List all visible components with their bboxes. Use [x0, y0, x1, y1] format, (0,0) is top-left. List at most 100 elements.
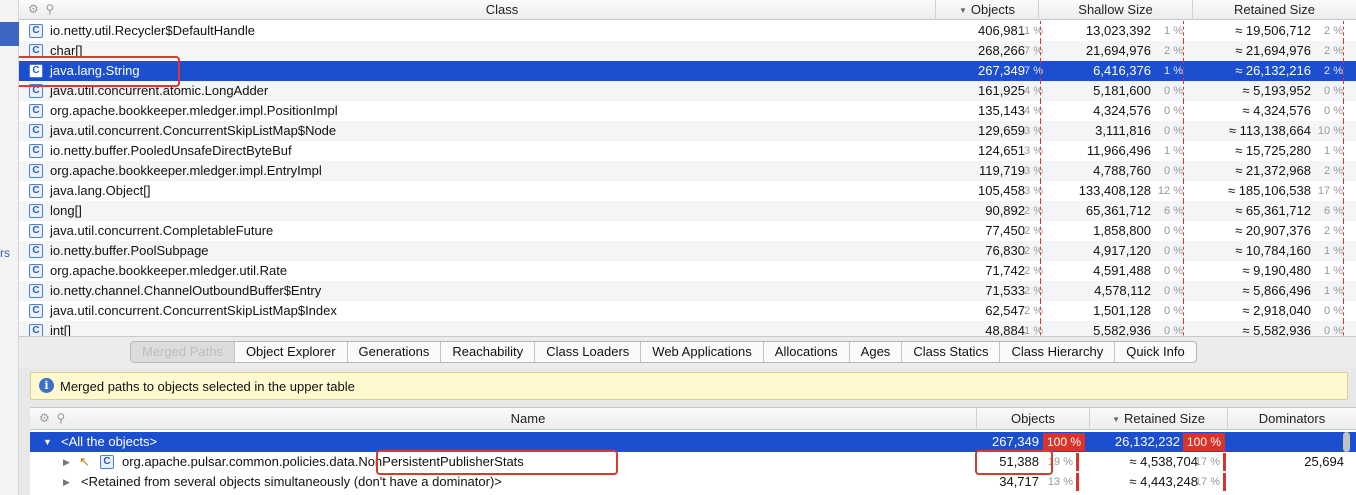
retained-size-value: ≈ 21,694,976: [1235, 43, 1311, 58]
shallow-size-value: 4,578,112: [1094, 283, 1151, 298]
retained-size-value: ≈ 5,582,936: [1242, 323, 1311, 336]
class-icon: C: [29, 144, 43, 158]
tab-class-hierarchy[interactable]: Class Hierarchy: [999, 342, 1114, 362]
expand-triangle-icon[interactable]: ▶: [63, 472, 70, 492]
shallow-percent-bar: [1183, 181, 1184, 201]
column-header-retained-size[interactable]: Retained Size: [1192, 0, 1356, 20]
shallow-percent-bar: [1183, 101, 1184, 121]
class-row[interactable]: Corg.apache.bookkeeper.mledger.impl.Posi…: [19, 101, 1356, 121]
tab-quick-info[interactable]: Quick Info: [1114, 342, 1196, 362]
tab-reachability[interactable]: Reachability: [440, 342, 534, 362]
tab-class-loaders[interactable]: Class Loaders: [534, 342, 640, 362]
objects-percent: 3 %: [1024, 125, 1043, 137]
objects-percent: 2 %: [1024, 305, 1043, 317]
class-row[interactable]: Corg.apache.bookkeeper.mledger.util.Rate…: [19, 261, 1356, 281]
tab-merged-paths[interactable]: Merged Paths: [131, 342, 234, 362]
highlight-annotation-objects: [975, 450, 1053, 475]
highlight-annotation-string: [19, 56, 180, 87]
retained-percent: 0 %: [1324, 305, 1343, 317]
column-header-objects[interactable]: ▼ Objects: [935, 0, 1038, 20]
objects-percent-bar: [1040, 61, 1041, 81]
shallow-size-value: 133,408,128: [1078, 183, 1151, 198]
retained-value: ≈ 4,443,248: [1129, 474, 1198, 489]
retained-percent: 2 %: [1324, 25, 1343, 37]
column-header-objects[interactable]: Objects: [976, 408, 1089, 430]
sort-desc-icon: ▼: [959, 6, 967, 15]
class-row[interactable]: Clong[] 90,892 2 % 65,361,712 6 % ≈ 65,361,71…: [19, 201, 1356, 221]
column-header-shallow-size[interactable]: Shallow Size: [1038, 0, 1192, 20]
shallow-percent-bar: [1183, 201, 1184, 221]
gc-root-class-icon: ↖: [79, 454, 90, 469]
retained-size-value: ≈ 5,193,952: [1242, 83, 1311, 98]
class-row[interactable]: Cjava.util.concurrent.ConcurrentSkipList…: [19, 301, 1356, 321]
class-row[interactable]: Corg.apache.bookkeeper.mledger.impl.Entr…: [19, 161, 1356, 181]
tab-ages[interactable]: Ages: [848, 342, 902, 362]
objects-percent-bar: [1040, 181, 1041, 201]
retained-percent-bar: [1343, 121, 1344, 141]
table-settings[interactable]: ⚙ ⚲: [19, 0, 69, 20]
class-name: org.apache.bookkeeper.mledger.impl.Entry…: [50, 163, 322, 178]
tree-row-retained-several[interactable]: ▶ <Retained from several objects simulta…: [30, 472, 1356, 492]
class-table: ⚙ ⚲ Class ▼ Objects Shallow Size Retained…: [19, 0, 1356, 336]
lower-table-settings[interactable]: ⚙ ⚲: [30, 408, 80, 430]
class-icon: C: [100, 455, 114, 469]
class-name: java.util.concurrent.CompletableFuture: [50, 223, 274, 238]
objects-percent-bar: [1040, 301, 1041, 321]
expand-triangle-icon[interactable]: ▼: [43, 432, 52, 452]
column-header-dominators[interactable]: Dominators: [1227, 408, 1356, 430]
class-row[interactable]: Cjava.util.concurrent.CompletableFuture 7…: [19, 221, 1356, 241]
shallow-percent-bar: [1183, 161, 1184, 181]
tab-object-explorer[interactable]: Object Explorer: [233, 342, 347, 362]
shallow-size-value: 6,416,376: [1093, 63, 1151, 78]
gear-icon[interactable]: ⚙: [39, 411, 50, 425]
class-row[interactable]: Cio.netty.buffer.PooledUnsafeDirectByteB…: [19, 141, 1356, 161]
shallow-percent: 0 %: [1164, 245, 1183, 257]
shallow-size-value: 5,181,600: [1093, 83, 1151, 98]
gear-icon[interactable]: ⚙: [28, 2, 39, 16]
tab-web-applications[interactable]: Web Applications: [640, 342, 763, 362]
retained-percent: 17 %: [1317, 185, 1343, 197]
retained-percent: 1 %: [1324, 245, 1343, 257]
class-row[interactable]: Cjava.lang.Object[] 105,458 3 % 133,408,128…: [19, 181, 1356, 201]
scrollbar-thumb[interactable]: [1343, 432, 1350, 452]
tab-allocations[interactable]: Allocations: [762, 342, 849, 362]
retained-percent-bar: [1343, 261, 1344, 281]
class-row[interactable]: Cjava.util.concurrent.ConcurrentSkipList…: [19, 121, 1356, 141]
shallow-percent-bar: [1183, 221, 1184, 241]
search-icon[interactable]: ⚲: [56, 411, 65, 425]
left-panel-selection[interactable]: [0, 22, 19, 46]
class-row[interactable]: Cjava.util.concurrent.atomic.LongAdder 16…: [19, 81, 1356, 101]
class-row[interactable]: Cint[] 48,884 1 % 5,582,936 0 % ≈ 5,582,936 0 …: [19, 321, 1356, 336]
tab-generations[interactable]: Generations: [346, 342, 441, 362]
column-header-class[interactable]: Class: [69, 0, 935, 20]
retained-size-value: ≈ 26,132,216: [1235, 63, 1311, 78]
expand-triangle-icon[interactable]: ▶: [63, 452, 70, 472]
class-row[interactable]: Cio.netty.util.Recycler$DefaultHandle 406…: [19, 21, 1356, 41]
retained-percent-bar: [1343, 161, 1344, 181]
shallow-size-value: 4,591,488: [1093, 263, 1151, 278]
retained-size-value: ≈ 19,506,712: [1235, 23, 1311, 38]
view-tab-bar: Merged Paths Object Explorer Generations Re…: [19, 336, 1356, 368]
objects-percent: 2 %: [1024, 225, 1043, 237]
class-row[interactable]: Cio.netty.channel.ChannelOutboundBuffer$…: [19, 281, 1356, 301]
class-row[interactable]: Cjava.lang.String 267,349 7 % 6,416,376 1 % ≈…: [19, 61, 1356, 81]
info-bar: i Merged paths to objects selected in th…: [30, 372, 1348, 400]
merged-paths-header: ⚙ ⚲ Name Objects ▼ Retained Size Dominato…: [30, 408, 1356, 430]
class-row[interactable]: Cio.netty.buffer.PoolSubpage 76,830 2 % 4,9…: [19, 241, 1356, 261]
retained-percent-bar: [1343, 141, 1344, 161]
class-table-header: ⚙ ⚲ Class ▼ Objects Shallow Size Retained…: [19, 0, 1356, 20]
retained-percent: 2 %: [1324, 225, 1343, 237]
retained-percent: 2 %: [1324, 65, 1343, 77]
retained-percent-bar: [1343, 81, 1344, 101]
class-row[interactable]: Cchar[] 268,266 7 % 21,694,976 2 % ≈ 21,694,9…: [19, 41, 1356, 61]
column-header-retained-size[interactable]: ▼ Retained Size: [1089, 408, 1227, 430]
shallow-percent: 0 %: [1164, 105, 1183, 117]
objects-percent-bar: [1076, 473, 1079, 491]
class-name: java.util.concurrent.ConcurrentSkipListM…: [50, 123, 337, 138]
info-icon: i: [39, 378, 54, 393]
column-header-name[interactable]: Name: [80, 408, 976, 430]
search-icon[interactable]: ⚲: [45, 2, 54, 16]
tab-class-statics[interactable]: Class Statics: [901, 342, 999, 362]
tree-row-publisher-stats[interactable]: ▶ ↖ C org.apache.pulsar.common.policies.…: [30, 452, 1356, 472]
tree-row-all-objects[interactable]: ▼ <All the objects> 267,349 100 % 26,132…: [30, 432, 1356, 452]
